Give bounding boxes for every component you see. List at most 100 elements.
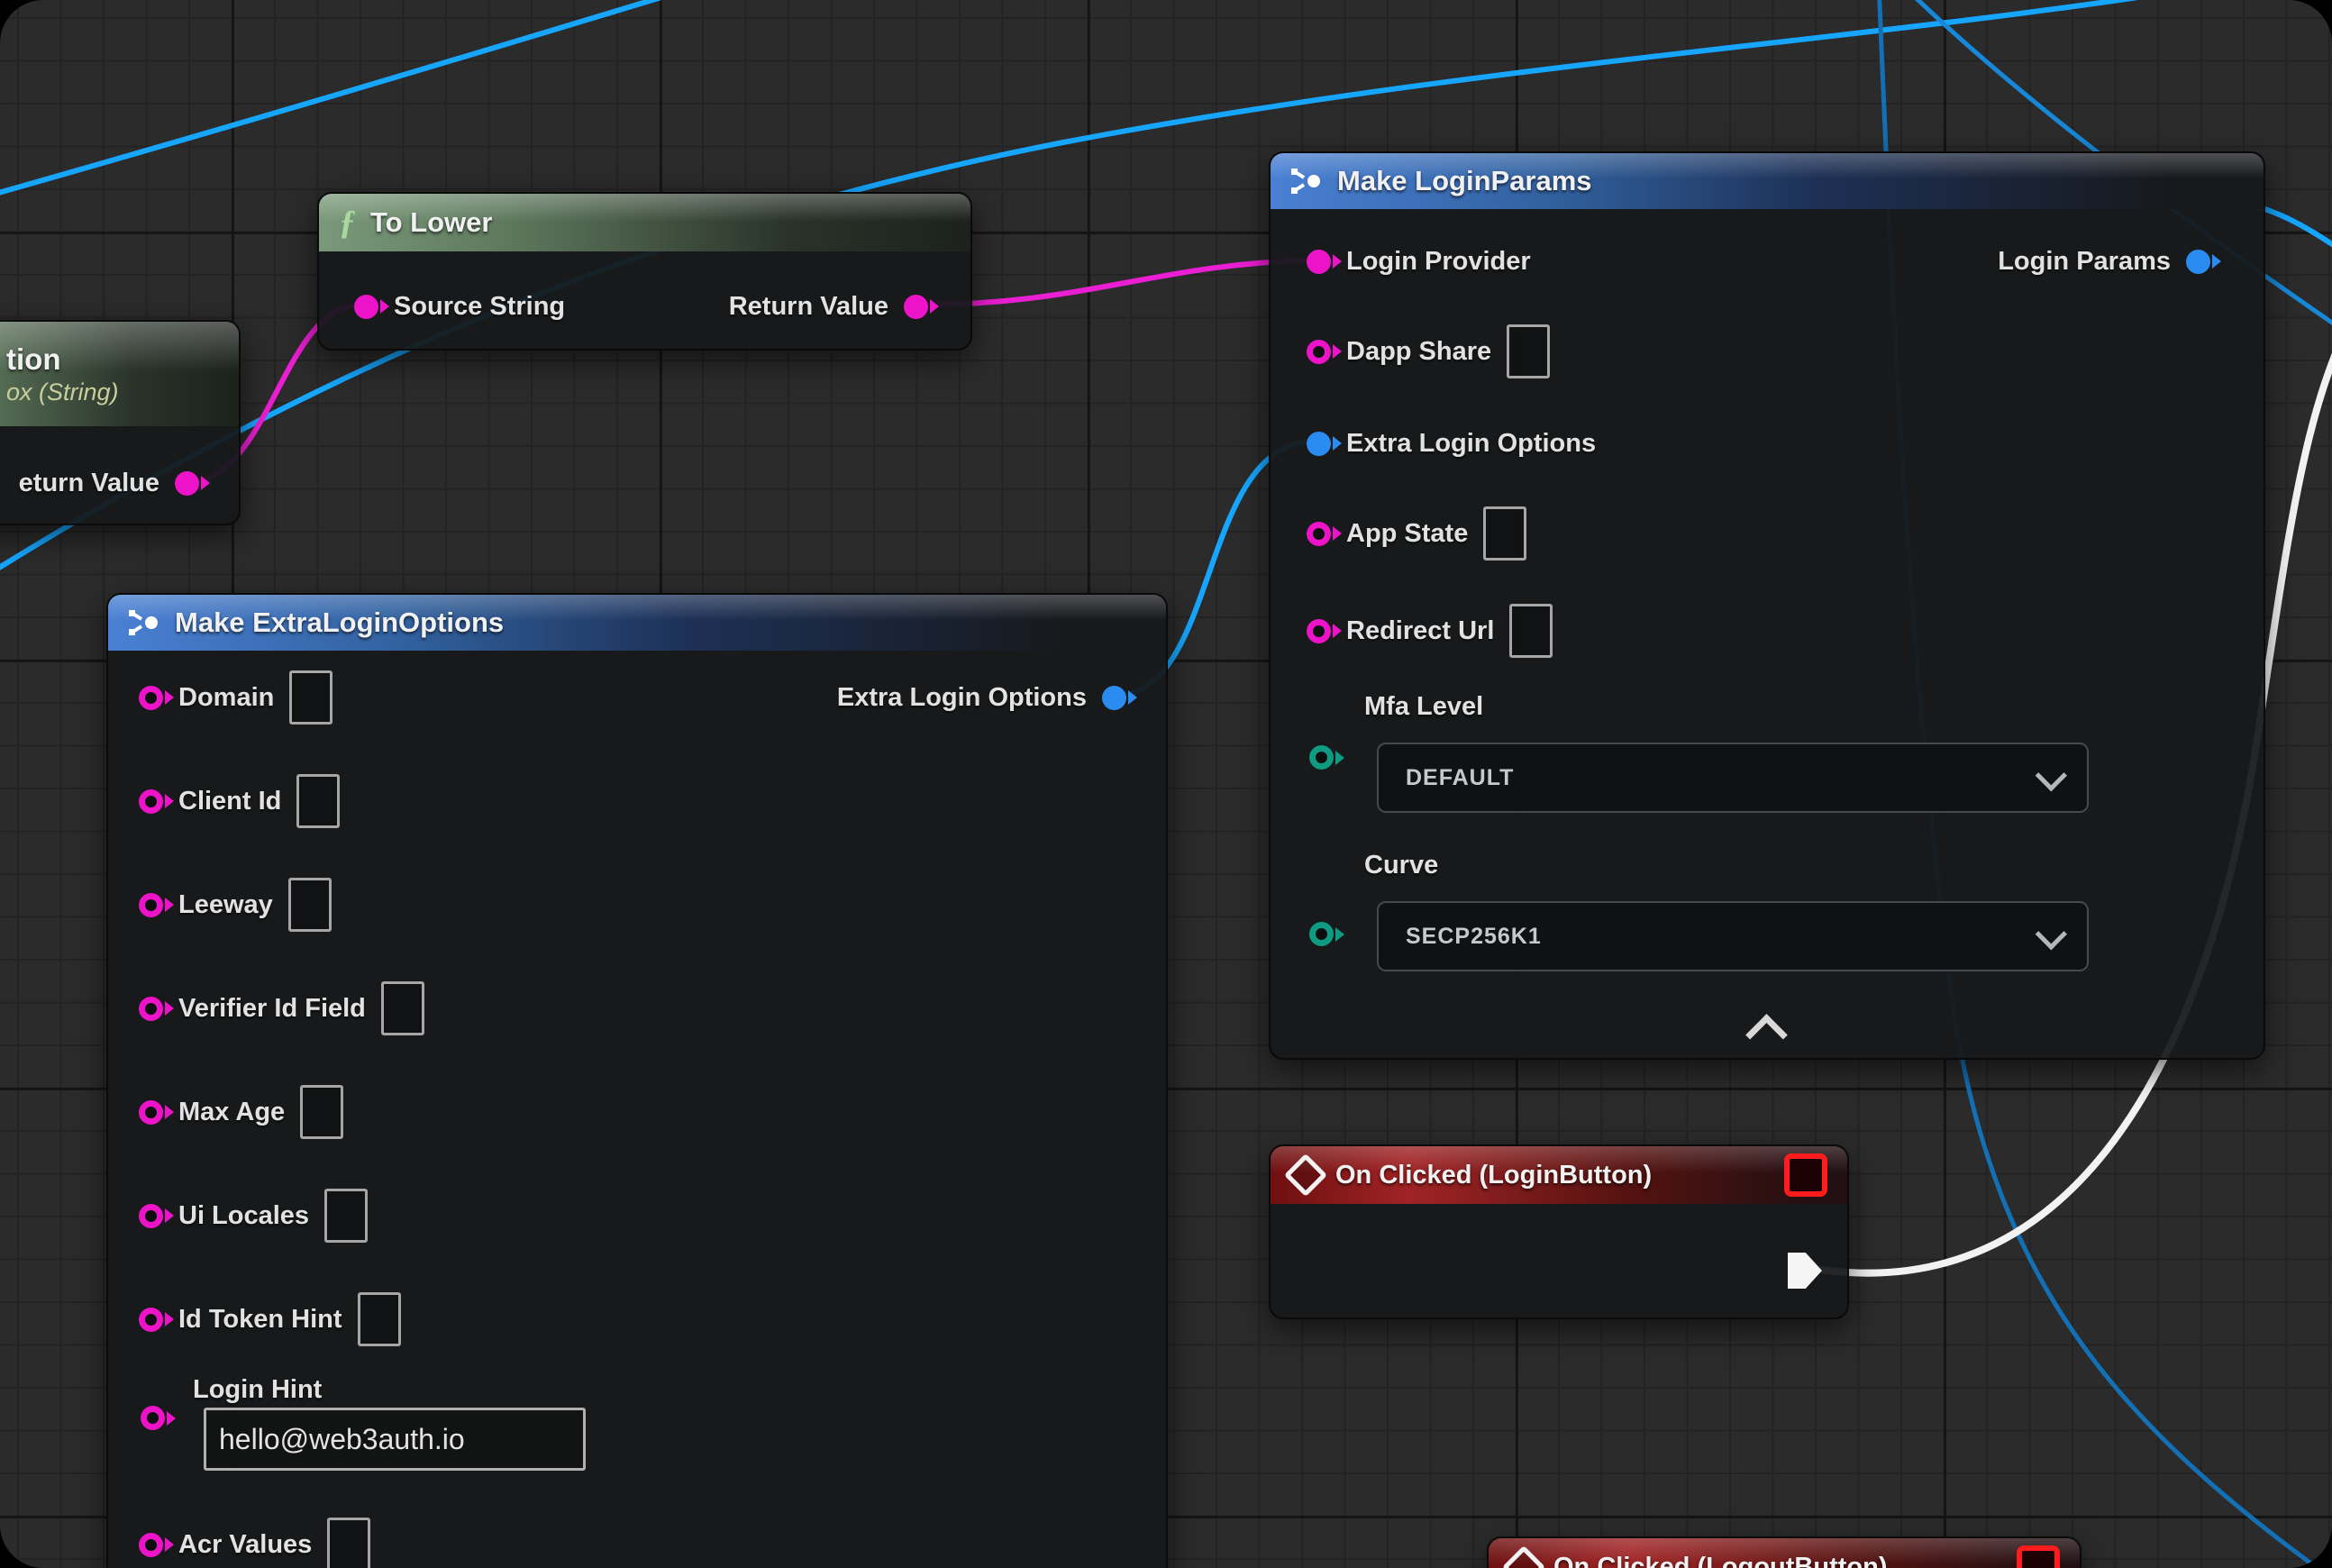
output-pin-return-value[interactable]: [904, 295, 928, 319]
domain-textbox[interactable]: [289, 670, 332, 725]
pin-label: Domain: [178, 683, 274, 713]
input-pin-domain[interactable]: [139, 686, 163, 710]
node-make-login-params[interactable]: Make LoginParams Login Provider Login Pa…: [1269, 151, 2265, 1060]
pin-row-source-string: Source String: [354, 282, 565, 331]
event-red-square-icon: [1784, 1153, 1827, 1197]
pin-label: Redirect Url: [1346, 616, 1494, 646]
pin-row-app-state: App State: [1307, 509, 1526, 558]
collapse-advanced-chevron[interactable]: [1745, 1014, 1788, 1056]
mfa-level-label: Mfa Level: [1364, 692, 1483, 722]
event-diamond-icon: [1284, 1153, 1327, 1197]
dapp-share-textbox[interactable]: [1507, 324, 1550, 378]
output-pin-extra-login-options[interactable]: [1102, 686, 1126, 710]
pin-label: Acr Values: [178, 1530, 312, 1560]
node-to-lower[interactable]: ƒ To Lower Source String Return Value: [317, 192, 972, 351]
input-pin-acr-values[interactable]: [139, 1533, 163, 1557]
output-pin-return-value[interactable]: [175, 471, 199, 496]
acr-values-textbox[interactable]: [327, 1518, 370, 1568]
make-struct-icon: [128, 608, 160, 637]
pin-label: Login Provider: [1346, 247, 1531, 277]
input-pin-redirect-url[interactable]: [1307, 619, 1331, 643]
event-red-square-icon: [2017, 1545, 2060, 1568]
node-on-clicked-login-button[interactable]: On Clicked (LoginButton): [1269, 1144, 1849, 1319]
pin-row-extra-login-options-in: Extra Login Options: [1307, 419, 1596, 468]
node-title: Make LoginParams: [1337, 165, 1592, 197]
pin-row-max-age: Max Age: [139, 1088, 343, 1136]
node-title: On Clicked (LoginButton): [1335, 1161, 1652, 1190]
pin-label: Verifier Id Field: [178, 994, 366, 1024]
node-make-extra-header[interactable]: Make ExtraLoginOptions: [108, 595, 1166, 651]
node-on-clicked-logout-header[interactable]: On Clicked (LogoutButton): [1489, 1538, 2080, 1568]
output-pin-login-params[interactable]: [2186, 250, 2210, 274]
node-title: Make ExtraLoginOptions: [175, 606, 504, 639]
node-make-extra-login-options[interactable]: Make ExtraLoginOptions Domain Extra Logi…: [106, 593, 1168, 1568]
curve-value: SECP256K1: [1406, 924, 1542, 950]
make-struct-icon: [1290, 167, 1323, 196]
pin-label: Return Value: [729, 292, 888, 322]
mfa-level-dropdown[interactable]: DEFAULT: [1377, 743, 2089, 813]
input-pin-mfa-level[interactable]: [1309, 745, 1334, 770]
login-hint-textbox[interactable]: hello@web3auth.io: [204, 1408, 586, 1471]
input-pin-id-token-hint[interactable]: [139, 1308, 163, 1332]
input-pin-curve[interactable]: [1309, 922, 1334, 946]
node-on-clicked-logout-button[interactable]: On Clicked (LogoutButton): [1487, 1536, 2081, 1568]
pin-row-extra-login-options-out: Extra Login Options: [837, 673, 1126, 722]
input-pin-max-age[interactable]: [139, 1100, 163, 1125]
pin-label: App State: [1346, 519, 1468, 549]
input-pin-dapp-share[interactable]: [1307, 340, 1331, 364]
node-title: tion: [6, 342, 60, 377]
input-pin-client-id[interactable]: [139, 789, 163, 814]
chevron-down-icon: [2036, 917, 2067, 949]
app-state-textbox[interactable]: [1483, 506, 1526, 561]
mfa-level-value: DEFAULT: [1406, 765, 1514, 791]
input-pin-login-hint[interactable]: [141, 1406, 165, 1430]
pin-row-verifier-id-field: Verifier Id Field: [139, 984, 424, 1033]
node-text-partial[interactable]: tion ox (String) eturn Value: [0, 320, 241, 525]
id-token-hint-textbox[interactable]: [358, 1292, 401, 1346]
verifier-id-field-textbox[interactable]: [381, 981, 424, 1035]
curve-dropdown[interactable]: SECP256K1: [1377, 901, 2089, 971]
wire-blue-topleft[interactable]: [0, 0, 712, 200]
pin-row-login-provider: Login Provider: [1307, 237, 1531, 286]
node-make-login-params-header[interactable]: Make LoginParams: [1271, 153, 2264, 209]
pin-label: Login Params: [1998, 247, 2171, 277]
pin-label: eturn Value: [19, 469, 159, 498]
pin-row-id-token-hint: Id Token Hint: [139, 1295, 401, 1344]
pin-label: Ui Locales: [178, 1201, 309, 1231]
exec-output-pin[interactable]: [1788, 1253, 1822, 1289]
input-pin-verifier-id-field[interactable]: [139, 997, 163, 1021]
function-f-icon: ƒ: [339, 205, 356, 240]
input-pin-source-string[interactable]: [354, 295, 378, 319]
node-title: To Lower: [370, 206, 492, 239]
pin-row-redirect-url: Redirect Url: [1307, 606, 1553, 655]
node-on-clicked-login-header[interactable]: On Clicked (LoginButton): [1271, 1146, 1847, 1204]
input-pin-login-provider[interactable]: [1307, 250, 1331, 274]
event-diamond-icon: [1502, 1545, 1545, 1568]
pin-row-leeway: Leeway: [139, 880, 332, 929]
node-text-partial-header[interactable]: tion ox (String): [0, 322, 239, 426]
pin-row-ui-locales: Ui Locales: [139, 1191, 368, 1240]
input-pin-app-state[interactable]: [1307, 522, 1331, 546]
input-pin-extra-login-options[interactable]: [1307, 432, 1331, 456]
blueprint-graph-canvas[interactable]: tion ox (String) eturn Value ƒ To Lower …: [0, 0, 2332, 1568]
pin-row-dapp-share: Dapp Share: [1307, 327, 1550, 376]
wire-magenta-tolower-to-provider[interactable]: [914, 260, 1311, 305]
pin-row-client-id: Client Id: [139, 777, 340, 825]
curve-label: Curve: [1364, 851, 1438, 880]
redirect-url-textbox[interactable]: [1509, 604, 1553, 658]
pin-row-domain: Domain: [139, 673, 332, 722]
max-age-textbox[interactable]: [300, 1085, 343, 1139]
input-pin-leeway[interactable]: [139, 893, 163, 917]
node-title: On Clicked (LogoutButton): [1553, 1553, 1888, 1568]
node-to-lower-header[interactable]: ƒ To Lower: [319, 194, 970, 251]
pin-row-return-value: Return Value: [729, 282, 928, 331]
client-id-textbox[interactable]: [296, 774, 340, 828]
pin-row-acr-values: Acr Values: [139, 1520, 370, 1568]
input-pin-ui-locales[interactable]: [139, 1204, 163, 1228]
pin-label: Extra Login Options: [837, 683, 1087, 713]
leeway-textbox[interactable]: [288, 878, 332, 932]
pin-label: Id Token Hint: [178, 1305, 342, 1335]
pin-label: Leeway: [178, 890, 273, 920]
pin-label: Extra Login Options: [1346, 429, 1596, 459]
ui-locales-textbox[interactable]: [324, 1189, 368, 1243]
